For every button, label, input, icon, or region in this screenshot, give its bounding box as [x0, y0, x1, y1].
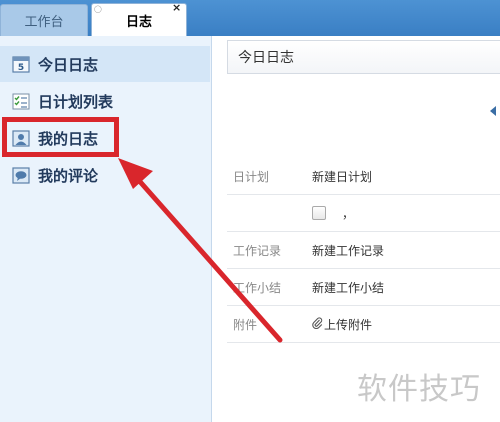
- watermark: 软件技巧: [357, 372, 481, 407]
- annotation-arrow: [118, 158, 283, 343]
